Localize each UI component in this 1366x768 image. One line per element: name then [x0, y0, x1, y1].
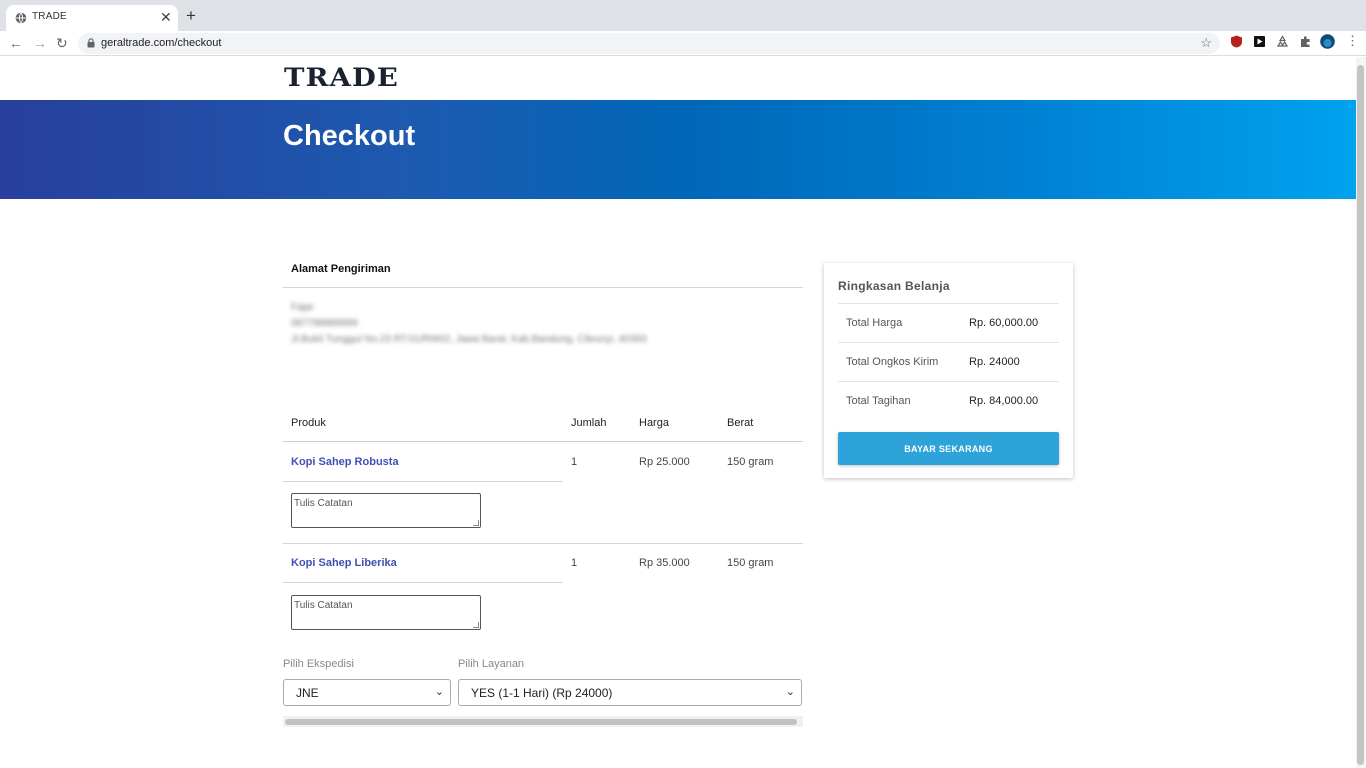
site-logo[interactable]: TRADE [284, 63, 399, 92]
address-street: Jl.Bukit Tunggul No.23 RT.01/RW02, Jawa … [291, 334, 647, 345]
divider [838, 303, 1059, 304]
address-phone: 087788889999 [291, 318, 358, 329]
reload-icon[interactable]: ↻ [56, 35, 68, 51]
page-scrollbar-thumb[interactable] [1357, 65, 1364, 765]
divider [283, 287, 803, 288]
note-textarea-robusta[interactable]: Tulis Catatan [291, 493, 481, 528]
summary-label-shipping: Total Ongkos Kirim [846, 356, 939, 368]
horizontal-scrollbar-thumb[interactable] [285, 719, 797, 725]
pay-now-button[interactable]: BAYAR SEKARANG [838, 432, 1059, 465]
tab-close-icon[interactable]: ✕ [160, 9, 172, 25]
forward-arrow-icon[interactable]: → [33, 35, 47, 51]
address-name: Fajar [291, 302, 314, 313]
chevron-down-icon: ⌄ [434, 686, 444, 698]
row-weight: 150 gram [727, 456, 774, 468]
note-placeholder: Tulis Catatan [294, 498, 353, 509]
row-weight: 150 gram [727, 557, 774, 569]
summary-value-total-price: Rp. 60,000.00 [969, 317, 1039, 329]
chevron-down-icon: ⌄ [785, 686, 795, 698]
shipping-address-title: Alamat Pengiriman [291, 263, 391, 275]
column-header-weight: Berat [727, 417, 754, 429]
row-price: Rp 35.000 [639, 557, 690, 569]
order-summary-card: Ringkasan Belanja Total Harga Rp. 60,000… [824, 263, 1073, 478]
back-arrow-icon[interactable]: ← [9, 35, 23, 51]
lock-icon [87, 38, 95, 48]
service-label: Pilih Layanan [458, 658, 525, 670]
tab-title: TRADE [32, 11, 67, 22]
page-banner: Checkout [0, 100, 1356, 199]
column-header-product: Produk [291, 417, 326, 429]
profile-avatar[interactable] [1320, 34, 1335, 49]
summary-title: Ringkasan Belanja [838, 279, 950, 293]
note-textarea-liberika[interactable]: Tulis Catatan [291, 595, 481, 630]
product-link-liberika[interactable]: Kopi Sahep Liberika [291, 557, 397, 569]
globe-icon [15, 12, 27, 24]
summary-label-total-bill: Total Tagihan [846, 395, 911, 407]
table-header-divider [283, 441, 803, 442]
service-select-value: YES (1-1 Hari) (Rp 24000) [471, 686, 613, 700]
column-header-price: Harga [639, 417, 669, 429]
expedition-select-value: JNE [296, 686, 319, 700]
row-qty: 1 [571, 557, 578, 569]
browser-tab[interactable]: TRADE ✕ [6, 5, 178, 31]
address-bar[interactable]: geraltrade.com/checkout ☆ [78, 33, 1220, 54]
new-tab-icon[interactable]: + [186, 7, 196, 25]
bookmark-star-icon[interactable]: ☆ [1200, 35, 1212, 51]
service-select[interactable]: YES (1-1 Hari) (Rp 24000) ⌄ [458, 679, 802, 706]
ublock-icon[interactable] [1230, 35, 1243, 48]
row-divider [283, 582, 563, 583]
puzzle-icon[interactable] [1299, 35, 1312, 48]
browser-tabstrip: TRADE ✕ + [0, 0, 1366, 31]
table-horizontal-scrollbar[interactable] [283, 716, 803, 727]
product-link-robusta[interactable]: Kopi Sahep Robusta [291, 456, 399, 468]
page-scrollbar[interactable] [1356, 57, 1366, 768]
resize-handle-icon[interactable] [473, 520, 479, 526]
expedition-select[interactable]: JNE ⌄ [283, 679, 451, 706]
column-header-qty: Jumlah [571, 417, 607, 429]
summary-value-shipping: Rp. 24000 [969, 356, 1020, 368]
extension-square-icon[interactable] [1253, 35, 1266, 48]
resize-handle-icon[interactable] [473, 622, 479, 628]
recycle-icon[interactable] [1276, 35, 1289, 48]
row-qty: 1 [571, 456, 578, 468]
expedition-label: Pilih Ekspedisi [283, 658, 354, 670]
row-divider [283, 543, 803, 544]
summary-value-total-bill: Rp. 84,000.00 [969, 395, 1039, 407]
page-title: Checkout [283, 120, 416, 152]
row-divider [283, 481, 563, 482]
note-placeholder: Tulis Catatan [294, 600, 353, 611]
url-text: geraltrade.com/checkout [101, 37, 222, 49]
summary-label-total-price: Total Harga [846, 317, 903, 329]
divider [838, 342, 1059, 343]
browser-menu-icon[interactable]: ⋮ [1346, 34, 1359, 48]
browser-toolbar: ← → ↻ geraltrade.com/checkout ☆ [0, 31, 1366, 56]
row-price: Rp 25.000 [639, 456, 690, 468]
divider [838, 381, 1059, 382]
